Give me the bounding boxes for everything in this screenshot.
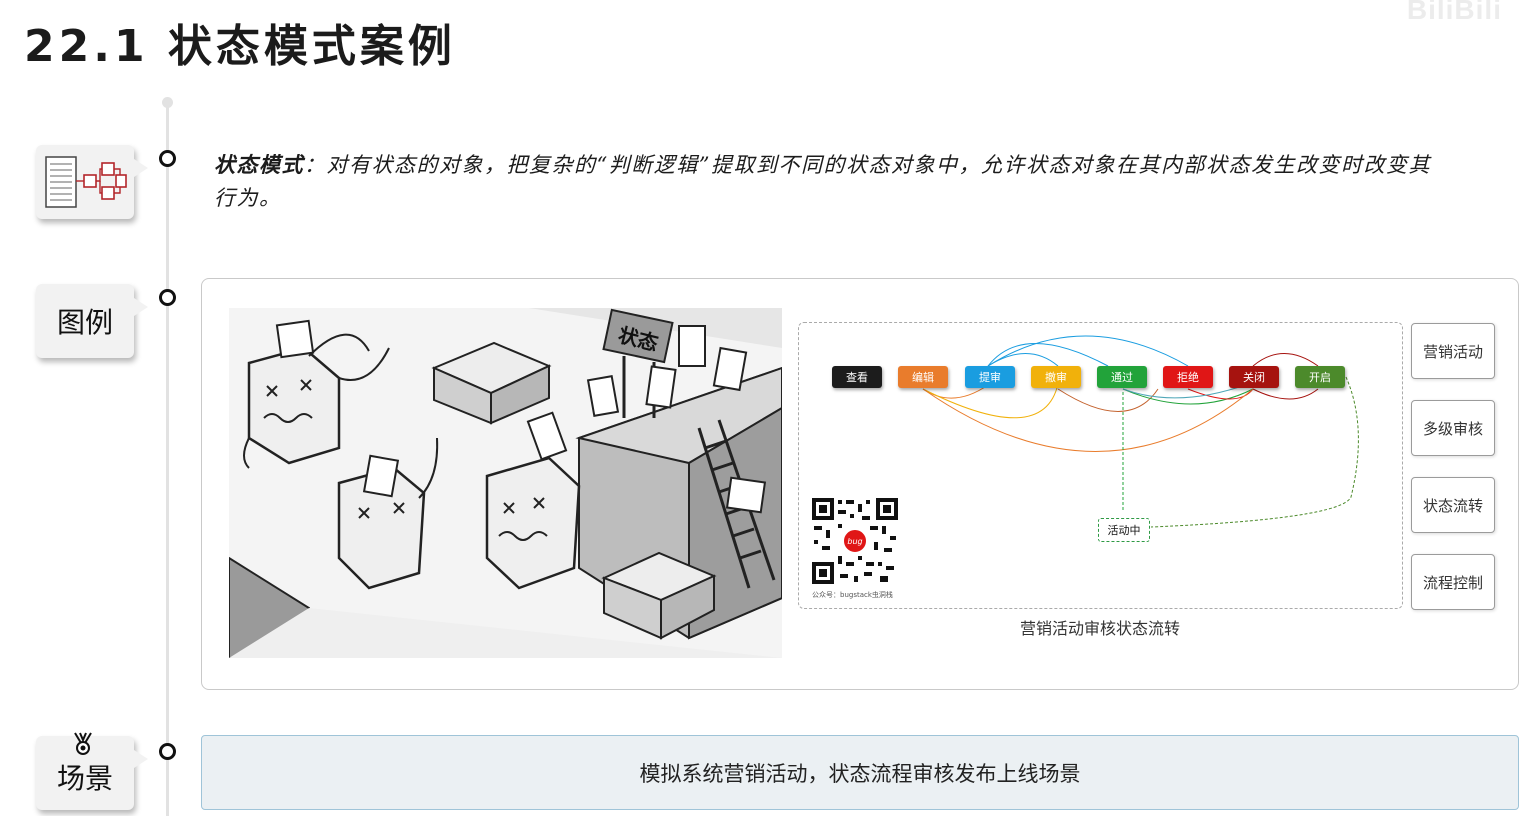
qr-caption: 公众号：bugstack虫洞栈 (812, 591, 893, 599)
flow-node-reject: 拒绝 (1163, 366, 1213, 388)
flow-caption: 营销活动审核状态流转 (1019, 619, 1180, 638)
pattern-term: 状态模式 (214, 152, 304, 177)
pattern-definition: ：对有状态的对象，把复杂的“判断逻辑”提取到不同的状态对象中，允许状态对象在其内… (214, 153, 1431, 210)
pattern-description: 状态模式：对有状态的对象，把复杂的“判断逻辑”提取到不同的状态对象中，允许状态对… (214, 148, 1444, 215)
scene-tag: 场景 (36, 732, 148, 810)
watermark-logo: BiliBili (1406, 0, 1502, 25)
side-button-state-transfer[interactable]: 状态流转 (1411, 477, 1495, 533)
flow-node-submit: 提审 (965, 366, 1015, 388)
scene-label: 场景 (56, 762, 113, 795)
definition-tag (36, 145, 148, 219)
side-button-multi-review[interactable]: 多级审核 (1411, 400, 1495, 456)
flow-node-close: 关闭 (1229, 366, 1279, 388)
state-diagram-icon (45, 156, 127, 208)
flow-node-edit: 编辑 (898, 366, 948, 388)
flow-node-view: 查看 (832, 366, 882, 388)
flow-node-withdraw: 撤审 (1031, 366, 1081, 388)
timeline-dot-definition (159, 150, 176, 167)
figure-tag: 图例 (36, 284, 148, 358)
flow-node-active: 活动中 (1098, 518, 1150, 542)
medal-icon (74, 732, 92, 755)
page-title: 22.1 状态模式案例 (24, 21, 456, 72)
flow-node-approve: 通过 (1097, 366, 1147, 388)
side-button-flow-control[interactable]: 流程控制 (1411, 554, 1495, 610)
timeline-dot-figure (159, 289, 176, 306)
flow-node-open: 开启 (1295, 366, 1345, 388)
timeline-dot-scene (159, 743, 176, 760)
qr-code-image: bug (810, 496, 900, 586)
side-button-marketing[interactable]: 营销活动 (1411, 323, 1495, 379)
timeline-line (166, 102, 169, 816)
scene-description: 模拟系统营销活动，状态流程审核发布上线场景 (201, 735, 1519, 810)
state-comic-illustration: 状态 (229, 308, 782, 658)
qr-logo-text: bug (847, 537, 862, 546)
